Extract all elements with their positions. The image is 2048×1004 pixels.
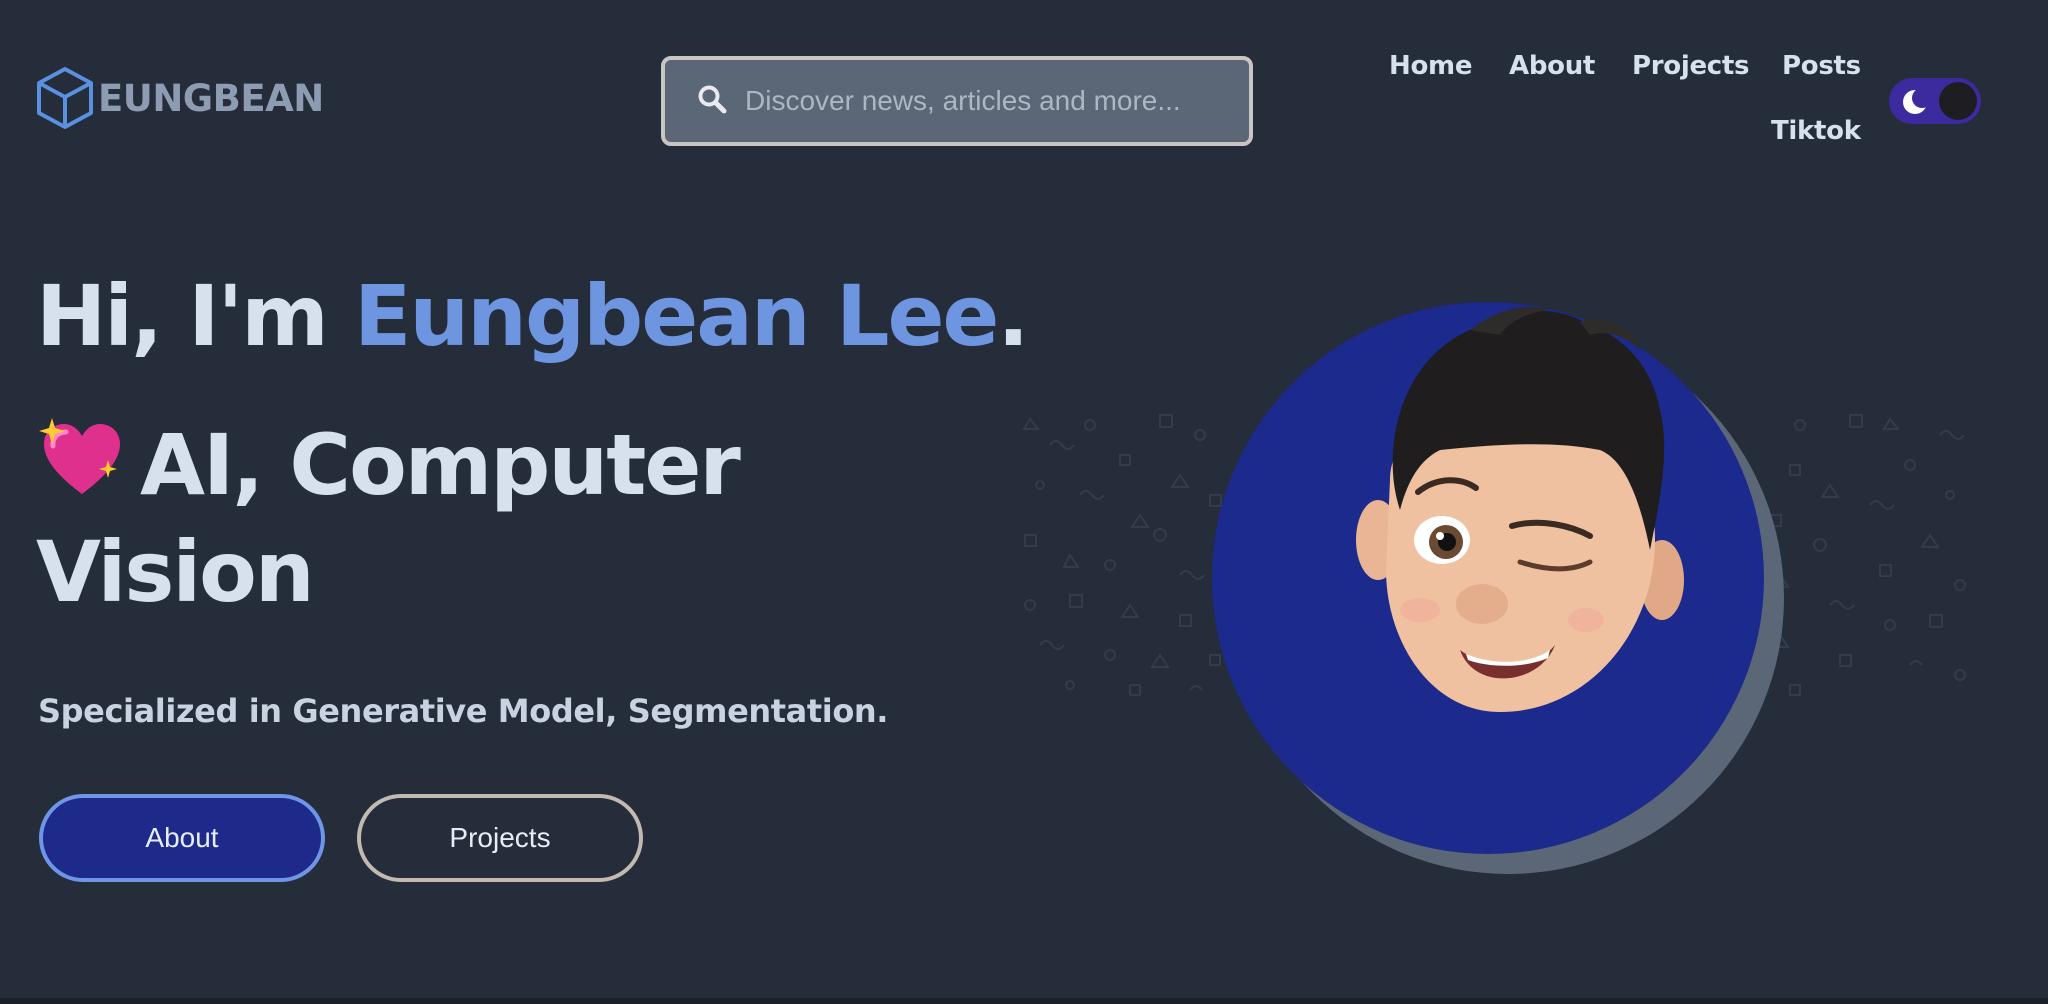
- avatar: [1356, 306, 1684, 712]
- moon-icon: [1902, 88, 1932, 121]
- search-icon: [697, 84, 727, 119]
- page: EUNGBEAN Home About Projects Posts Tikto…: [0, 0, 2048, 1004]
- nav-home[interactable]: Home: [1389, 51, 1472, 81]
- greeting-prefix: Hi, I'm: [36, 267, 354, 365]
- nav-tiktok[interactable]: Tiktok: [1771, 116, 1861, 146]
- hero-subtitle: Specialized in Generative Model, Segment…: [38, 692, 889, 730]
- logo-text: EUNGBEAN: [98, 76, 324, 120]
- search-bar[interactable]: [661, 56, 1253, 146]
- nav-projects[interactable]: Projects: [1632, 51, 1750, 81]
- sparkling-heart-icon: [36, 416, 126, 500]
- hero-name: Eungbean Lee: [354, 267, 999, 365]
- nav-posts[interactable]: Posts: [1782, 51, 1861, 81]
- greeting-suffix: .: [997, 267, 1029, 365]
- search-input[interactable]: [745, 85, 1249, 117]
- nav-about[interactable]: About: [1509, 51, 1595, 81]
- page-bottom-edge: [0, 998, 2048, 1004]
- about-button[interactable]: About: [39, 794, 325, 882]
- toggle-knob: [1939, 82, 1977, 120]
- hero-greeting: Hi, I'm Eungbean Lee.: [36, 274, 1029, 358]
- cube-icon: [36, 66, 94, 130]
- hero-tagline-line1: AI, Computer: [36, 416, 741, 507]
- tagline-line1: AI, Computer: [140, 416, 741, 514]
- theme-toggle[interactable]: [1889, 78, 1981, 124]
- doodle-pattern-left: [1022, 414, 1222, 696]
- site-logo[interactable]: EUNGBEAN: [36, 66, 324, 130]
- projects-button[interactable]: Projects: [357, 794, 643, 882]
- tagline-line2: Vision: [36, 523, 315, 621]
